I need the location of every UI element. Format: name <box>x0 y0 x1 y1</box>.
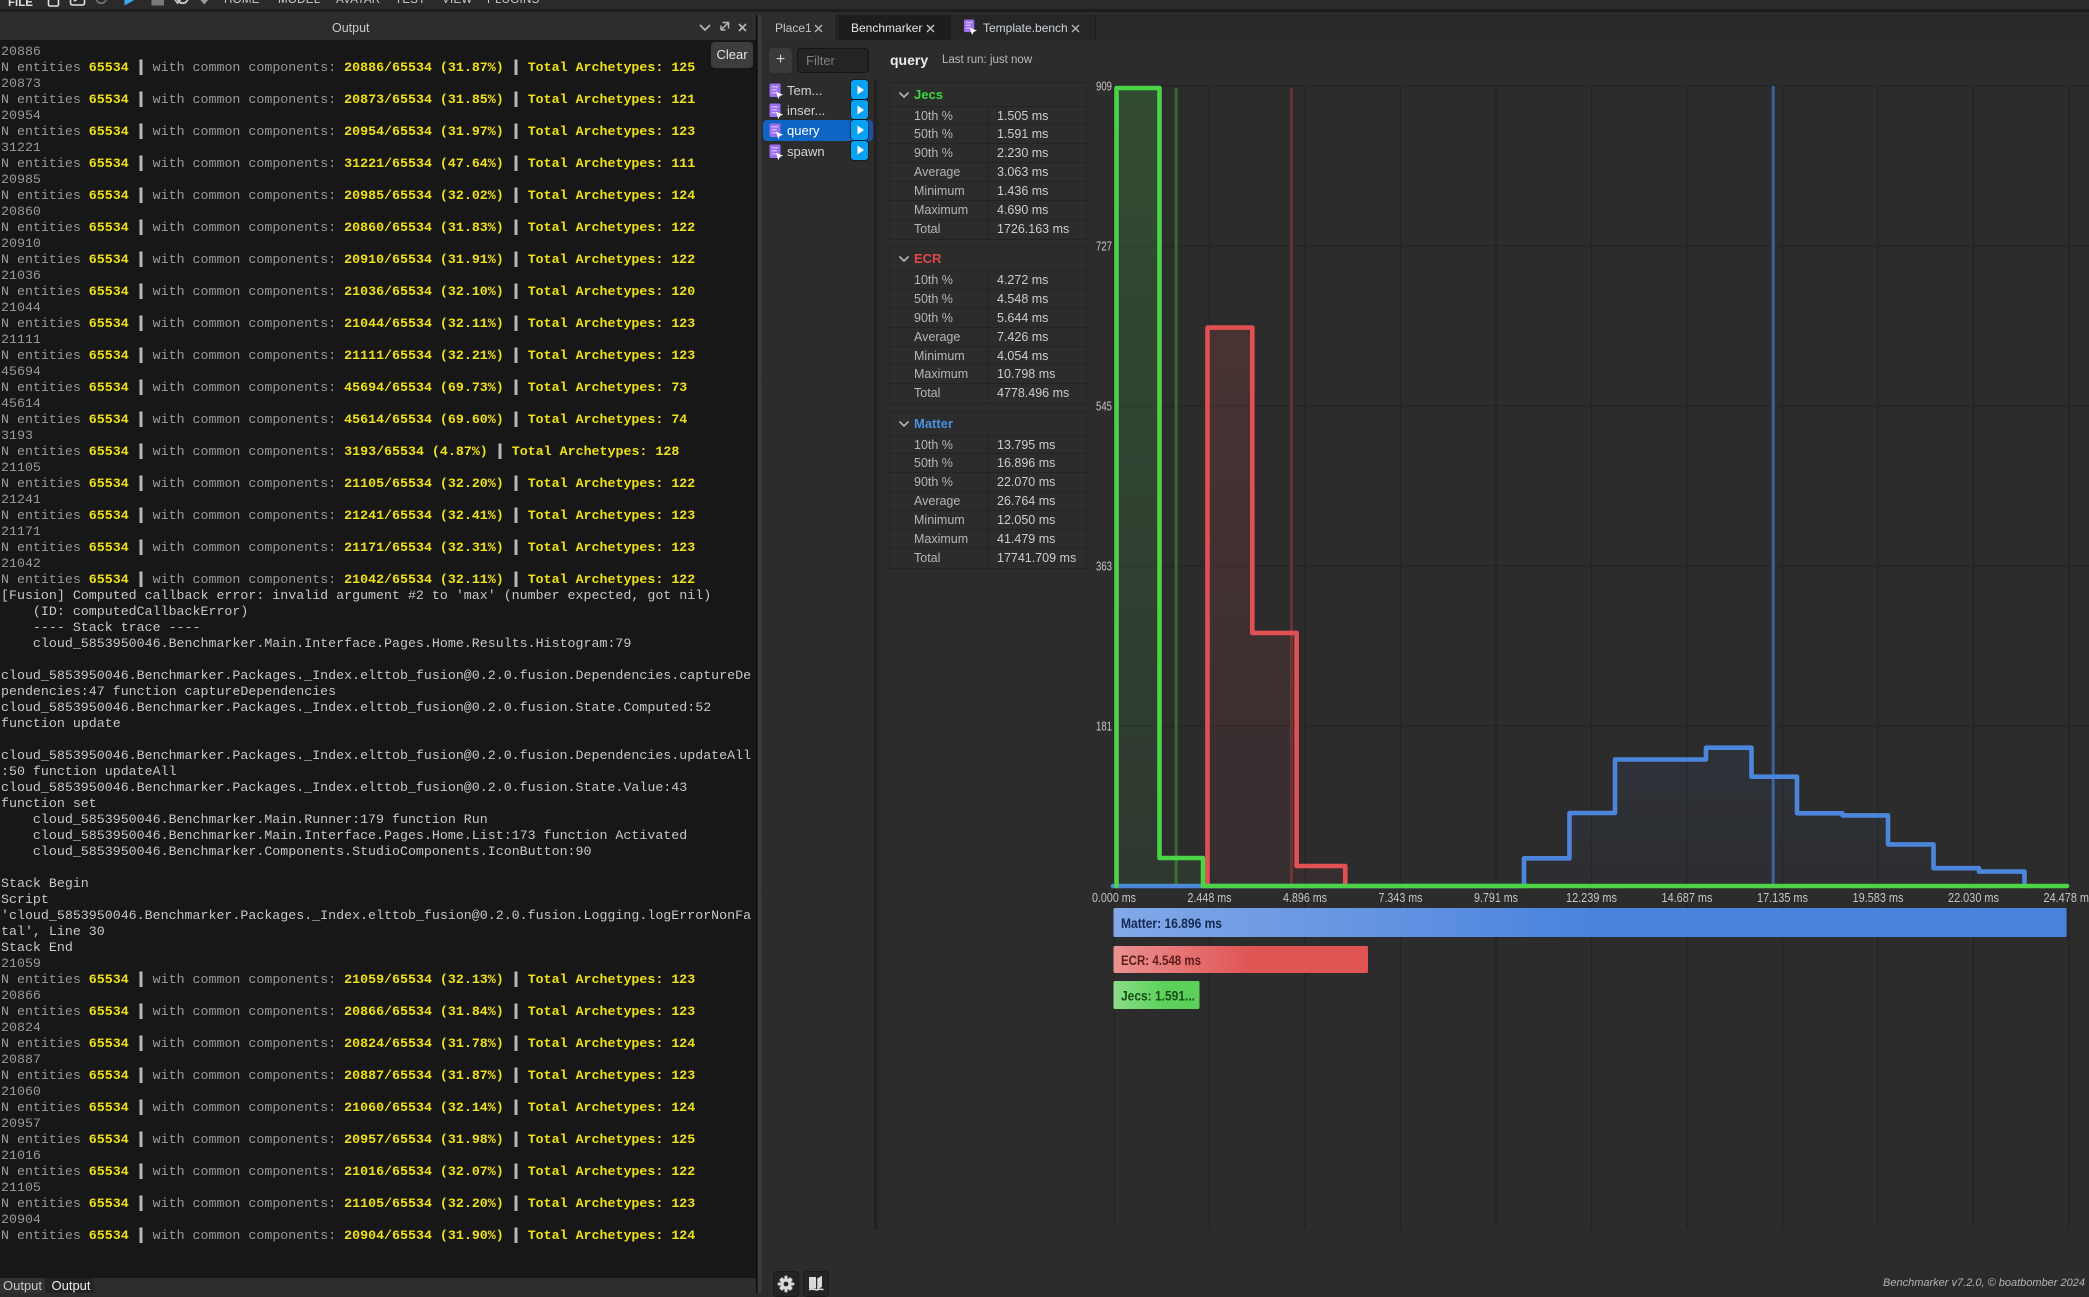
svg-text:14.687 ms: 14.687 ms <box>1662 891 1713 905</box>
svg-text:909: 909 <box>1096 80 1112 94</box>
svg-text:727: 727 <box>1096 240 1112 254</box>
svg-text:ECR: 4.548 ms: ECR: 4.548 ms <box>1121 953 1201 968</box>
svg-text:0.000 ms: 0.000 ms <box>1092 891 1136 905</box>
svg-text:24.478 ms: 24.478 ms <box>2044 891 2089 905</box>
svg-text:181: 181 <box>1096 720 1112 734</box>
svg-text:7.343 ms: 7.343 ms <box>1379 891 1423 905</box>
svg-text:22.030 ms: 22.030 ms <box>1948 891 1999 905</box>
svg-text:Jecs: 1.591...: Jecs: 1.591... <box>1121 989 1195 1004</box>
svg-text:17.135 ms: 17.135 ms <box>1757 891 1808 905</box>
svg-text:545: 545 <box>1096 400 1112 414</box>
svg-text:4.896 ms: 4.896 ms <box>1283 891 1327 905</box>
svg-text:12.239 ms: 12.239 ms <box>1566 891 1617 905</box>
svg-text:Matter: 16.896 ms: Matter: 16.896 ms <box>1121 916 1222 931</box>
svg-text:19.583 ms: 19.583 ms <box>1853 891 1904 905</box>
svg-text:9.791 ms: 9.791 ms <box>1474 891 1518 905</box>
svg-text:363: 363 <box>1096 560 1112 574</box>
svg-text:2.448 ms: 2.448 ms <box>1188 891 1232 905</box>
